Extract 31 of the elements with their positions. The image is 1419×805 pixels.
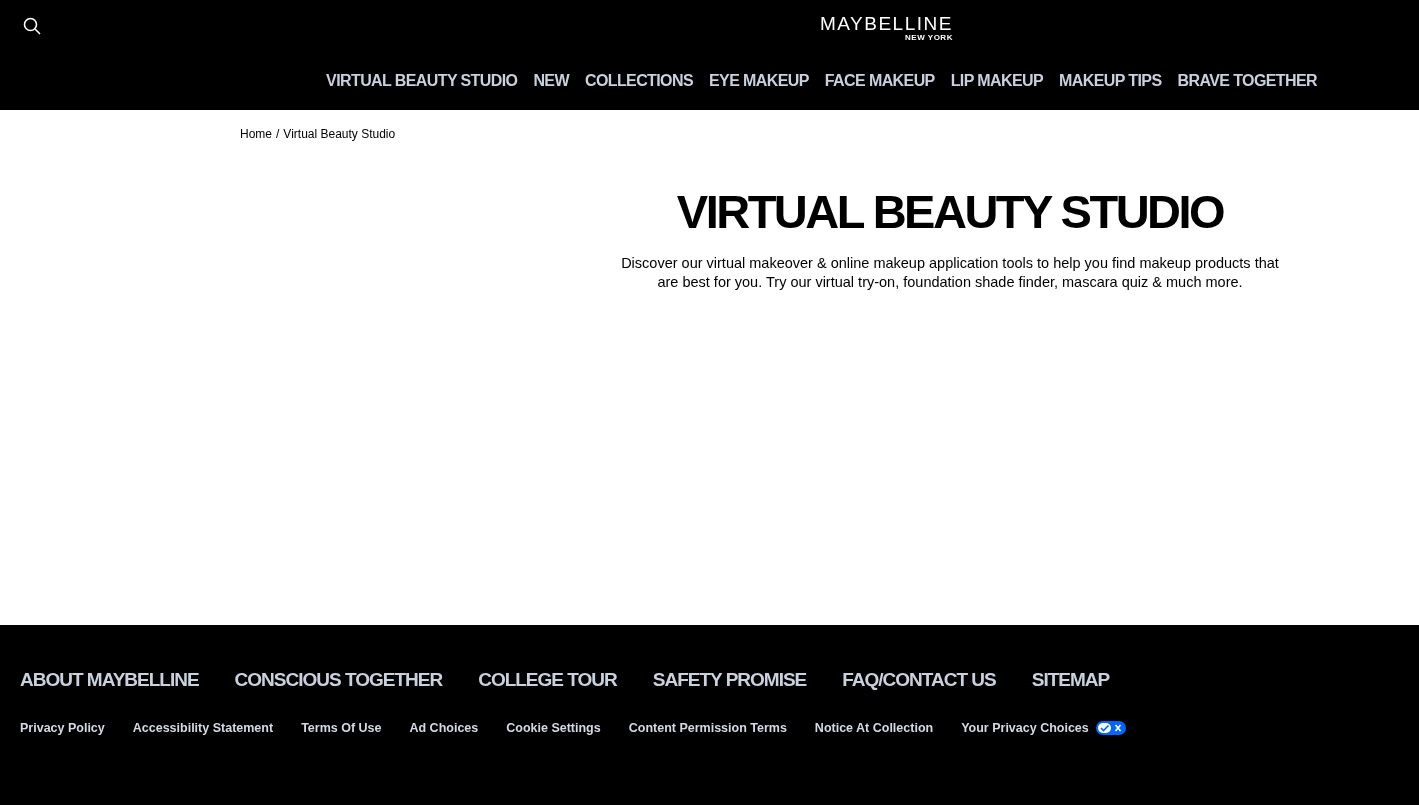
legal-link[interactable]: Your Privacy Choices — [961, 721, 1089, 735]
footer-link[interactable]: SAFETY PROMISE — [652, 669, 807, 691]
nav-link[interactable]: MAKEUP TIPS — [1059, 72, 1162, 90]
nav-link[interactable]: FACE MAKEUP — [824, 72, 935, 90]
legal-link[interactable]: Content Permission Terms — [628, 721, 787, 735]
search-icon[interactable] — [23, 17, 41, 35]
privacy-toggle-icon[interactable] — [1095, 721, 1126, 735]
legal-link[interactable]: Notice At Collection — [814, 721, 934, 735]
footer-link[interactable]: COLLEGE TOUR — [478, 669, 617, 691]
legal-link[interactable]: Terms Of Use — [301, 721, 382, 735]
footer-link[interactable]: SITEMAP — [1031, 669, 1110, 691]
breadcrumb-separator: / — [276, 127, 280, 141]
legal-link[interactable]: Ad Choices — [409, 721, 479, 735]
nav-link[interactable]: COLLECTIONS — [584, 72, 693, 90]
legal-link[interactable]: Privacy Policy — [20, 721, 105, 735]
breadcrumb-link[interactable]: Virtual Beauty Studio — [283, 127, 396, 141]
nav-link[interactable]: VIRTUAL BEAUTY STUDIO — [326, 72, 518, 90]
legal-link[interactable]: Accessibility Statement — [132, 721, 274, 735]
page-description: Discover our virtual makeover & online makeup application tools to help you find makeup products that are best for you. Try our virtual try-on, foundation shade finder, mascara quiz & much more. — [620, 253, 1280, 292]
footer-link[interactable]: CONSCIOUS TOGETHER — [234, 669, 443, 691]
nav-link[interactable]: BRAVE TOGETHER — [1177, 72, 1317, 90]
breadcrumb-link[interactable]: Home — [240, 127, 272, 141]
legal-link[interactable]: Cookie Settings — [506, 721, 601, 735]
nav-link[interactable]: LIP MAKEUP — [950, 72, 1044, 90]
nav-link[interactable]: NEW — [533, 72, 569, 90]
nav-link[interactable]: EYE MAKEUP — [709, 72, 809, 90]
footer-link[interactable]: ABOUT MAYBELLINE — [20, 669, 199, 691]
page-title: VIRTUAL BEAUTY STUDIO — [676, 186, 1224, 238]
brand-logo[interactable]: MAYBELLINE — [820, 14, 953, 33]
brand-tagline: NEW YORK — [905, 34, 953, 42]
footer-link[interactable]: FAQ/CONTACT US — [842, 669, 996, 691]
